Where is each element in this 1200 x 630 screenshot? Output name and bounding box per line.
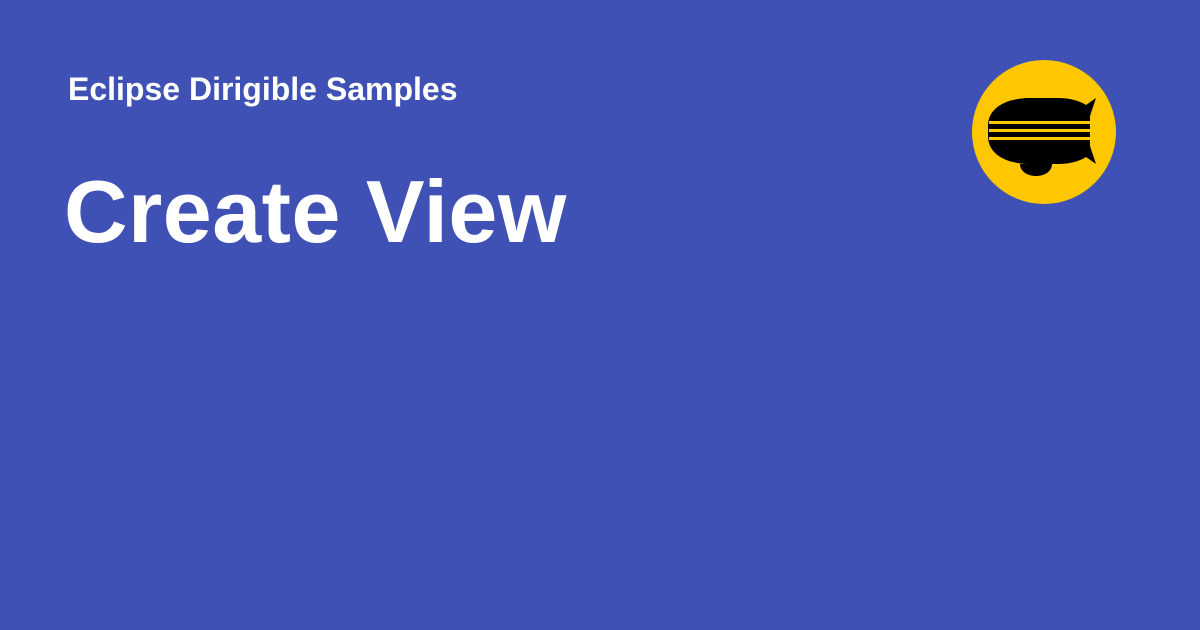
dirigible-logo-icon: [972, 60, 1116, 204]
page-title: Create View: [64, 162, 567, 261]
social-card: Eclipse Dirigible Samples Create View: [0, 0, 1200, 630]
site-name: Eclipse Dirigible Samples: [68, 71, 458, 107]
